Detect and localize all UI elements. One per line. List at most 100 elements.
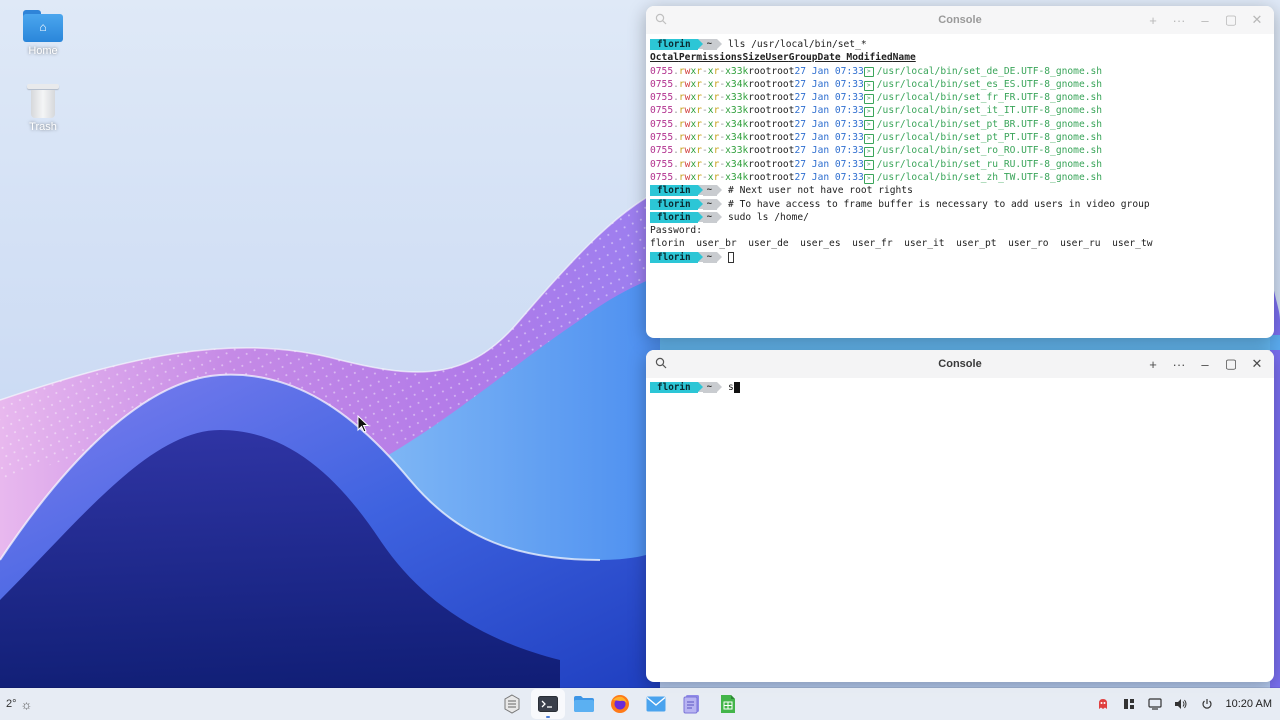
file-date: 27 Jan 07:33 [794, 118, 864, 130]
terminal-line: florin ~ [650, 251, 1270, 264]
home-folder-icon: ⌂ [23, 10, 63, 42]
prompt-separator-icon [717, 382, 723, 393]
prompt-user: florin [650, 198, 698, 210]
script-file-icon: > [863, 160, 874, 171]
plus-icon: + [1149, 356, 1157, 372]
maximize-button[interactable]: ▢ [1218, 350, 1244, 378]
tray-workspaces[interactable] [1116, 688, 1142, 720]
spreadsheet-icon [721, 695, 735, 713]
file-size: 34k [730, 118, 749, 130]
file-name: /usr/local/bin/set_ro_RO.UTF-8_gnome.sh [876, 145, 1103, 157]
grid-icon [1123, 699, 1134, 709]
file-octal: 0755 [650, 105, 674, 117]
taskbar-app-firefox[interactable] [603, 689, 637, 719]
script-file-icon: > [863, 67, 874, 78]
file-octal: 0755 [650, 78, 674, 90]
terminal-line: Password: [650, 224, 1270, 237]
firefox-icon [611, 695, 629, 713]
file-date: 27 Jan 07:33 [794, 171, 864, 183]
more-icon: ··· [1172, 12, 1186, 28]
new-tab-button[interactable]: + [1140, 6, 1166, 34]
terminal-line: 0755 .rwxr-xr-x 34k root root 27 Jan 07:… [650, 118, 1270, 131]
file-permissions: .rwxr-xr-x [673, 78, 731, 90]
file-permissions: .rwxr-xr-x [673, 171, 731, 183]
window-titlebar[interactable]: Console + ··· – ▢ ✕ [646, 350, 1274, 378]
file-name: /usr/local/bin/set_zh_TW.UTF-8_gnome.sh [876, 171, 1103, 183]
weather-widget[interactable]: 2° ☼ [6, 688, 32, 720]
taskbar-app-launcher[interactable] [495, 689, 529, 719]
file-size: 33k [730, 65, 749, 77]
column-header: Octal [650, 52, 679, 64]
file-date: 27 Jan 07:33 [794, 132, 864, 144]
close-button[interactable]: ✕ [1244, 350, 1270, 378]
file-user: root [748, 132, 772, 144]
shell-prompt: florin ~ [650, 185, 723, 197]
terminal-line: 0755 .rwxr-xr-x 34k root root 27 Jan 07:… [650, 131, 1270, 144]
command-text: lls /usr/local/bin/set_* [728, 39, 867, 50]
file-date: 27 Jan 07:33 [794, 92, 864, 104]
file-permissions: .rwxr-xr-x [673, 145, 731, 157]
taskbar-app-document-viewer[interactable] [675, 689, 709, 719]
file-user: root [748, 92, 772, 104]
terminal-line: 0755 .rwxr-xr-x 34k root root 27 Jan 07:… [650, 171, 1270, 184]
file-size: 33k [730, 145, 749, 157]
more-icon: ··· [1172, 356, 1186, 372]
terminal-output[interactable]: florin ~ lls /usr/local/bin/set_* Octal Per… [646, 34, 1274, 264]
terminal-line: 0755 .rwxr-xr-x 33k root root 27 Jan 07:… [650, 91, 1270, 104]
prompt-user: florin [650, 39, 698, 51]
taskbar-app-spreadsheet[interactable] [711, 689, 745, 719]
script-file-icon: > [863, 120, 874, 131]
desktop-icon-trash[interactable]: Trash [8, 84, 78, 133]
menu-button[interactable]: ··· [1166, 350, 1192, 378]
file-name: /usr/local/bin/set_fr_FR.UTF-8_gnome.sh [876, 92, 1103, 104]
shell-prompt: florin ~ [650, 198, 723, 210]
clock[interactable]: 10:20 AM [1220, 698, 1280, 710]
tray-volume[interactable] [1168, 688, 1194, 720]
close-button[interactable]: ✕ [1244, 6, 1270, 34]
script-file-icon: > [863, 107, 874, 118]
file-permissions: .rwxr-xr-x [673, 118, 731, 130]
output-text: Password: [650, 225, 702, 237]
window-titlebar[interactable]: Console + ··· – ▢ ✕ [646, 6, 1274, 34]
taskbar-app-console[interactable] [531, 689, 565, 719]
taskbar-apps [494, 688, 746, 720]
taskbar-app-files[interactable] [567, 689, 601, 719]
file-name: /usr/local/bin/set_ru_RU.UTF-8_gnome.sh [876, 158, 1103, 170]
terminal-output[interactable]: florin ~ s [646, 378, 1274, 394]
prompt-directory: ~ [702, 198, 718, 210]
minimize-button[interactable]: – [1192, 6, 1218, 34]
file-octal: 0755 [650, 145, 674, 157]
prompt-user: florin [650, 212, 698, 223]
file-group: root [771, 171, 795, 183]
folder-icon [574, 696, 594, 712]
menu-button[interactable]: ··· [1166, 6, 1192, 34]
mail-icon [646, 696, 666, 712]
file-octal: 0755 [650, 92, 674, 104]
close-icon: ✕ [1251, 356, 1263, 371]
new-tab-button[interactable]: + [1140, 350, 1166, 378]
file-size: 34k [730, 78, 749, 90]
column-header: Permissions [678, 52, 743, 64]
prompt-directory: ~ [702, 382, 718, 394]
tray-network[interactable] [1142, 688, 1168, 720]
desktop-icon-label: Home [28, 45, 58, 57]
file-group: root [771, 132, 795, 144]
prompt-separator-icon [717, 185, 723, 196]
tray-power[interactable] [1194, 688, 1220, 720]
minimize-button[interactable]: – [1192, 350, 1218, 378]
desktop-icon-label: Trash [29, 121, 57, 133]
desktop-icon-home[interactable]: ⌂ Home [8, 10, 78, 57]
prompt-user: florin [650, 382, 698, 394]
terminal-line: florin ~ lls /usr/local/bin/set_* [650, 38, 1270, 51]
file-user: root [748, 65, 772, 77]
file-permissions: .rwxr-xr-x [673, 132, 731, 144]
file-date: 27 Jan 07:33 [794, 158, 864, 170]
text-cursor [733, 382, 740, 394]
maximize-button[interactable]: ▢ [1218, 6, 1244, 34]
taskbar: 2° ☼ 10:20 AM [0, 688, 1280, 720]
taskbar-app-mail[interactable] [639, 689, 673, 719]
console-window-top[interactable]: Console + ··· – ▢ ✕ florin ~ lls /usr/loca… [646, 6, 1274, 338]
tray-security[interactable] [1090, 688, 1116, 720]
console-window-bottom[interactable]: Console + ··· – ▢ ✕ florin ~ s [646, 350, 1274, 682]
file-size: 34k [730, 171, 749, 183]
